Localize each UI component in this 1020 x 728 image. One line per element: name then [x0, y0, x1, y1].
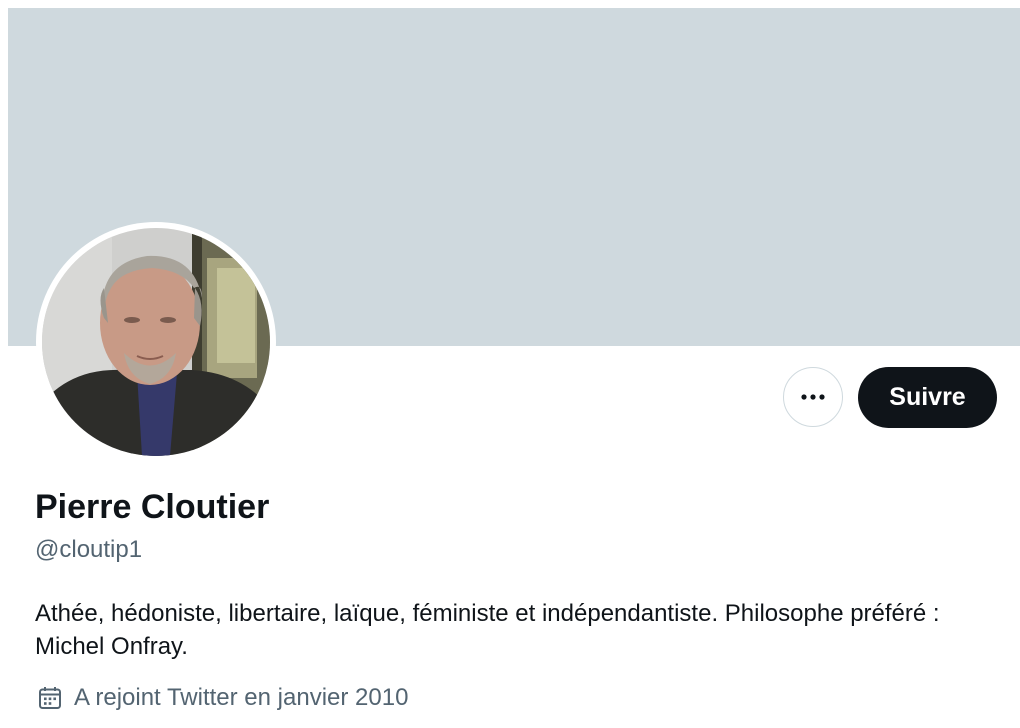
profile-handle: @cloutip1: [35, 536, 143, 563]
profile-header: Suivre Pierre Cloutier @cloutip1 Athée, …: [0, 0, 1020, 728]
joined-date: A rejoint Twitter en janvier 2010: [37, 684, 408, 712]
avatar[interactable]: [42, 228, 270, 456]
profile-name: Pierre Cloutier: [35, 488, 270, 526]
more-options-button[interactable]: [783, 367, 843, 427]
joined-text: A rejoint Twitter en janvier 2010: [74, 684, 409, 711]
avatar-ring: [36, 222, 276, 462]
profile-bio: Athée, hédoniste, libertaire, laïque, fé…: [35, 600, 940, 660]
follow-button[interactable]: Suivre: [858, 367, 997, 428]
calendar-icon: [37, 685, 63, 711]
more-horizontal-icon: [800, 393, 826, 401]
